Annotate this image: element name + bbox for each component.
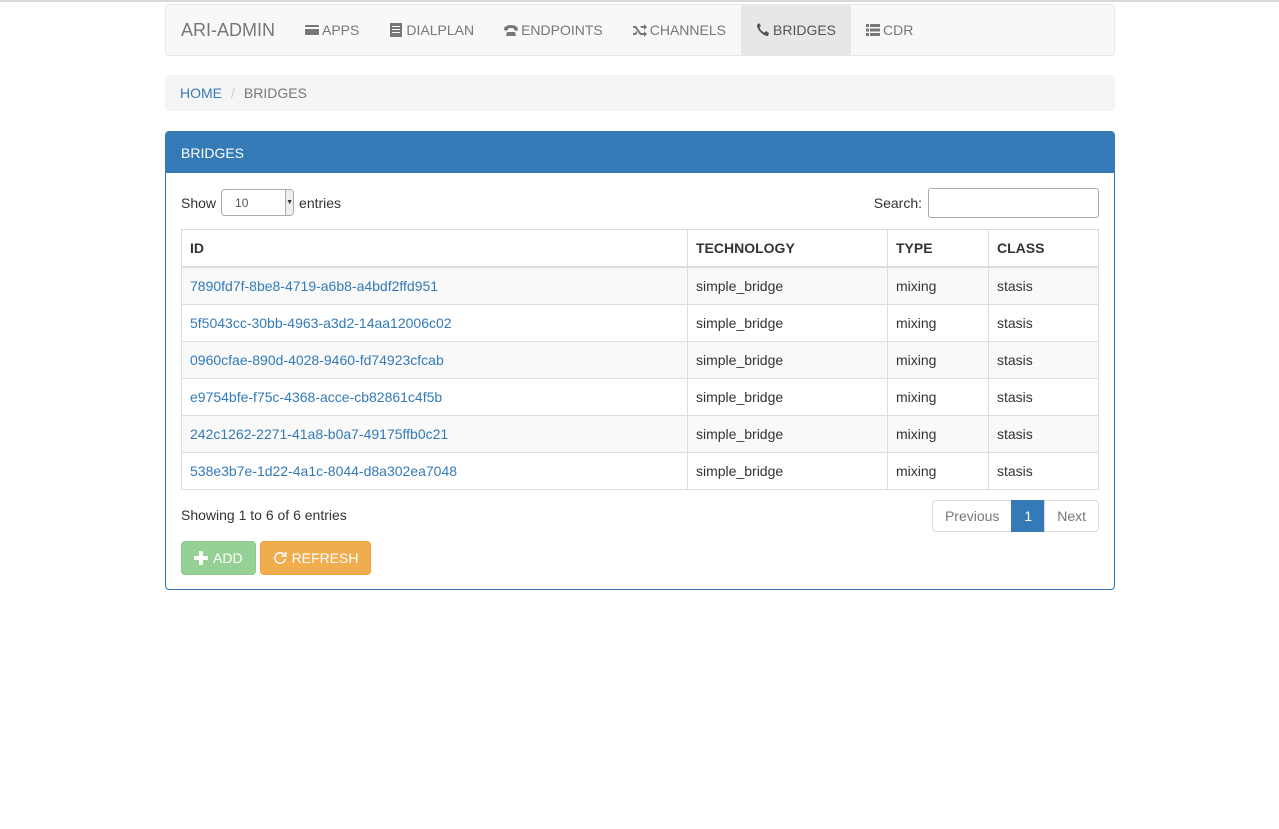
breadcrumb-separator: / — [231, 85, 235, 101]
bridge-id-link[interactable]: 538e3b7e-1d22-4a1c-8044-d8a302ea7048 — [190, 463, 457, 479]
cell-technology: simple_bridge — [687, 266, 888, 305]
cell-class: stasis — [988, 304, 1099, 342]
table-row: 7890fd7f-8be8-4719-a6b8-a4bdf2ffd951 sim… — [181, 266, 1099, 305]
search-input[interactable] — [928, 188, 1099, 218]
breadcrumb-home-link[interactable]: HOME — [180, 85, 222, 101]
column-header-id[interactable]: ID — [181, 229, 688, 268]
cell-id: e9754bfe-f75c-4368-acce-cb82861c4f5b — [181, 378, 688, 416]
table-info-text: Showing 1 to 6 of 6 entries — [181, 507, 347, 523]
add-button[interactable]: ADD — [181, 541, 256, 575]
bridges-panel: BRIDGES Show 10 ▼ entries Search: ID TEC… — [165, 131, 1115, 590]
cell-technology: simple_bridge — [687, 341, 888, 379]
list-icon — [866, 23, 881, 37]
cell-id: 5f5043cc-30bb-4963-a3d2-14aa12006c02 — [181, 304, 688, 342]
table-row: 0960cfae-890d-4028-9460-fd74923cfcab sim… — [181, 341, 1099, 379]
column-header-technology[interactable]: TECHNOLOGY — [687, 229, 888, 268]
nav-item-apps[interactable]: APPS — [290, 5, 374, 55]
brand-logo[interactable]: ARI-ADMIN — [166, 5, 290, 55]
list-alt-icon — [389, 23, 403, 37]
bridge-id-link[interactable]: e9754bfe-f75c-4368-acce-cb82861c4f5b — [190, 389, 442, 405]
nav-item-cdr[interactable]: CDR — [851, 5, 928, 55]
cell-technology: simple_bridge — [687, 452, 888, 490]
cell-technology: simple_bridge — [687, 415, 888, 453]
panel-title: BRIDGES — [181, 144, 245, 161]
nav-item-label: BRIDGES — [773, 22, 837, 38]
cell-type: mixing — [887, 266, 989, 305]
action-buttons: ADD REFRESH — [181, 541, 375, 575]
nav-item-endpoints[interactable]: ENDPOINTS — [489, 5, 618, 55]
table-row: e9754bfe-f75c-4368-acce-cb82861c4f5b sim… — [181, 378, 1099, 416]
breadcrumb: HOME / BRIDGES — [165, 75, 1115, 111]
table-row: 242c1262-2271-41a8-b0a7-49175ffb0c21 sim… — [181, 415, 1099, 453]
chevron-down-icon: ▼ — [285, 190, 294, 215]
cell-class: stasis — [988, 415, 1099, 453]
entries-length-value: 10 — [235, 195, 249, 210]
cell-class: stasis — [988, 452, 1099, 490]
phone-alt-icon — [504, 23, 519, 37]
nav-item-label: CHANNELS — [649, 22, 726, 38]
cell-class: stasis — [988, 378, 1099, 416]
cell-type: mixing — [887, 304, 989, 342]
cell-technology: simple_bridge — [687, 378, 888, 416]
nav-item-label: APPS — [322, 22, 360, 38]
cell-id: 242c1262-2271-41a8-b0a7-49175ffb0c21 — [181, 415, 688, 453]
nav-item-label: DIALPLAN — [406, 22, 475, 38]
cell-class: stasis — [988, 266, 1099, 305]
length-suffix-label: entries — [299, 194, 342, 211]
nav-item-channels[interactable]: CHANNELS — [618, 5, 741, 55]
column-header-type[interactable]: TYPE — [887, 229, 989, 268]
nav-item-dialplan[interactable]: DIALPLAN — [374, 5, 489, 55]
bridge-id-link[interactable]: 7890fd7f-8be8-4719-a6b8-a4bdf2ffd951 — [190, 278, 438, 294]
credit-card-icon — [305, 23, 319, 37]
table-row: 5f5043cc-30bb-4963-a3d2-14aa12006c02 sim… — [181, 304, 1099, 342]
length-prefix-label: Show — [181, 194, 217, 211]
nav-item-label: ENDPOINTS — [521, 22, 603, 38]
cell-type: mixing — [887, 341, 989, 379]
cell-type: mixing — [887, 452, 989, 490]
bridges-table: ID TECHNOLOGY TYPE CLASS 7890fd7f-8be8-4… — [181, 229, 1099, 490]
column-header-class[interactable]: CLASS — [988, 229, 1099, 268]
refresh-button-label: REFRESH — [291, 550, 359, 566]
pagination-page-button[interactable]: 1 — [1011, 500, 1046, 532]
bridge-id-link[interactable]: 0960cfae-890d-4028-9460-fd74923cfcab — [190, 352, 444, 368]
entries-length-select[interactable]: 10 ▼ — [221, 189, 295, 216]
panel-heading: BRIDGES — [166, 132, 1114, 173]
table-row: 538e3b7e-1d22-4a1c-8044-d8a302ea7048 sim… — [181, 452, 1099, 490]
table-header-row: ID TECHNOLOGY TYPE CLASS — [181, 229, 1099, 268]
pagination-next-button[interactable]: Next — [1044, 500, 1099, 532]
bridge-id-link[interactable]: 5f5043cc-30bb-4963-a3d2-14aa12006c02 — [190, 315, 452, 331]
add-button-label: ADD — [213, 550, 243, 566]
cell-type: mixing — [887, 378, 989, 416]
plus-icon — [194, 551, 208, 565]
cell-id: 538e3b7e-1d22-4a1c-8044-d8a302ea7048 — [181, 452, 688, 490]
earphone-icon — [756, 23, 770, 37]
nav-item-bridges[interactable]: BRIDGES — [741, 5, 852, 55]
cell-technology: simple_bridge — [687, 304, 888, 342]
bridge-id-link[interactable]: 242c1262-2271-41a8-b0a7-49175ffb0c21 — [190, 426, 448, 442]
nav-item-label: CDR — [883, 22, 914, 38]
pagination-previous-button[interactable]: Previous — [931, 500, 1013, 532]
random-icon — [632, 23, 647, 37]
search-label: Search: — [873, 195, 922, 211]
refresh-icon — [273, 552, 287, 564]
cell-id: 0960cfae-890d-4028-9460-fd74923cfcab — [181, 341, 688, 379]
panel-body: Show 10 ▼ entries Search: ID TECHNOLOGY … — [166, 173, 1114, 575]
entries-length-control: Show 10 ▼ entries — [181, 189, 341, 216]
breadcrumb-current: BRIDGES — [243, 85, 307, 101]
table-search: Search: — [874, 188, 1099, 218]
cell-class: stasis — [988, 341, 1099, 379]
pagination: Previous 1 Next — [931, 500, 1099, 532]
refresh-button[interactable]: REFRESH — [259, 541, 372, 575]
cell-type: mixing — [887, 415, 989, 453]
top-navbar: ARI-ADMIN APPS DIALPLAN ENDPOINTS CHANNE… — [165, 4, 1115, 56]
cell-id: 7890fd7f-8be8-4719-a6b8-a4bdf2ffd951 — [181, 266, 688, 305]
